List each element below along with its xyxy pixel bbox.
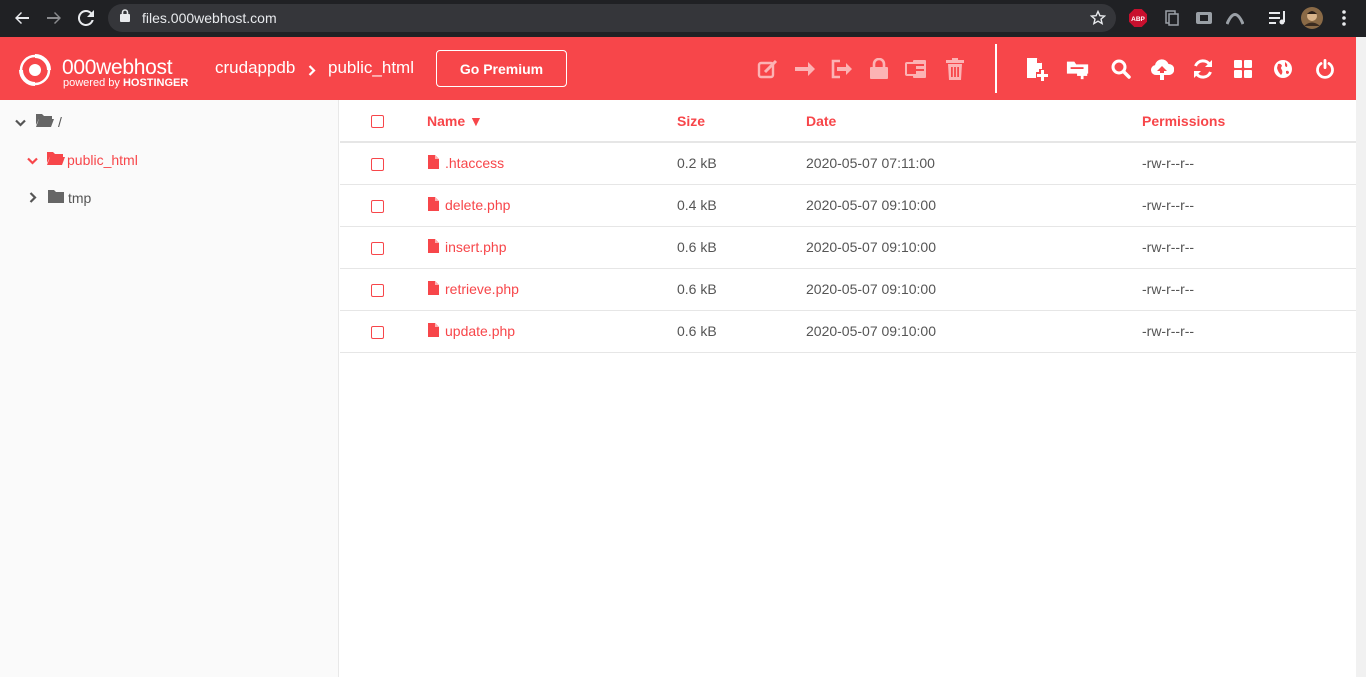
extension-icon[interactable] bbox=[1194, 8, 1214, 28]
url-text: files.000webhost.com bbox=[142, 10, 277, 26]
edit-icon[interactable] bbox=[756, 57, 780, 81]
search-icon[interactable] bbox=[1109, 57, 1133, 81]
folder-open-icon bbox=[47, 151, 65, 168]
file-size: 0.6 kB bbox=[677, 239, 717, 255]
table-row[interactable]: retrieve.php 0.6 kB 2020-05-07 09:10:00 -rw… bbox=[340, 269, 1356, 311]
column-header-permissions[interactable]: Permissions bbox=[1142, 113, 1225, 129]
go-premium-button[interactable]: Go Premium bbox=[436, 50, 567, 87]
adblock-label: ABP bbox=[1131, 16, 1145, 23]
folder-open-icon bbox=[36, 113, 54, 130]
file-permissions: -rw-r--r-- bbox=[1142, 155, 1195, 171]
new-folder-icon[interactable] bbox=[1066, 57, 1090, 81]
row-checkbox[interactable] bbox=[371, 200, 384, 213]
folder-tree-sidebar: / public_html tmp bbox=[0, 100, 339, 677]
logo[interactable]: 000webhost powered by HOSTINGER bbox=[14, 52, 188, 93]
breadcrumb-crudappdb[interactable]: crudappdb bbox=[215, 58, 295, 78]
profile-avatar[interactable] bbox=[1300, 6, 1324, 30]
lock-icon[interactable] bbox=[867, 57, 891, 81]
tree-item-label: public_html bbox=[67, 151, 138, 168]
tree-item-label: / bbox=[58, 113, 62, 130]
extension-icon[interactable] bbox=[1162, 8, 1182, 28]
file-name-link[interactable]: update.php bbox=[445, 323, 515, 339]
file-size: 0.6 kB bbox=[677, 323, 717, 339]
logo-title: 000webhost bbox=[62, 55, 173, 79]
extension-icon[interactable] bbox=[1225, 8, 1245, 28]
back-icon[interactable] bbox=[11, 7, 33, 29]
more-icon[interactable] bbox=[1334, 8, 1354, 28]
scrollbar-gutter[interactable] bbox=[1356, 37, 1366, 677]
chevron-down-icon[interactable] bbox=[27, 152, 38, 168]
file-icon bbox=[428, 323, 439, 342]
file-size: 0.4 kB bbox=[677, 197, 717, 213]
playlist-icon[interactable] bbox=[1268, 8, 1288, 28]
breadcrumb-public-html[interactable]: public_html bbox=[328, 58, 414, 78]
file-date: 2020-05-07 09:10:00 bbox=[806, 281, 936, 297]
select-all-checkbox[interactable] bbox=[371, 115, 384, 128]
logo-subtitle: powered by HOSTINGER bbox=[63, 76, 189, 89]
file-name-link[interactable]: insert.php bbox=[445, 239, 506, 255]
table-row[interactable]: insert.php 0.6 kB 2020-05-07 09:10:00 -rw-r… bbox=[340, 227, 1356, 269]
tree-item-tmp[interactable]: tmp bbox=[29, 190, 91, 206]
chevron-down-icon[interactable] bbox=[15, 114, 26, 130]
file-size: 0.2 kB bbox=[677, 155, 717, 171]
row-checkbox[interactable] bbox=[371, 158, 384, 171]
browser-toolbar: files.000webhost.com ABP bbox=[0, 0, 1366, 37]
column-header-name[interactable]: Name ▼ bbox=[427, 113, 483, 129]
globe-icon[interactable] bbox=[1271, 57, 1295, 81]
tree-item-root[interactable]: / bbox=[15, 113, 62, 130]
folder-icon bbox=[48, 190, 64, 206]
file-icon bbox=[428, 281, 439, 300]
new-file-icon[interactable] bbox=[1025, 57, 1049, 81]
refresh-icon[interactable] bbox=[1191, 57, 1215, 81]
chevron-right-icon[interactable] bbox=[29, 190, 37, 206]
file-permissions: -rw-r--r-- bbox=[1142, 239, 1195, 255]
row-checkbox[interactable] bbox=[371, 326, 384, 339]
file-permissions: -rw-r--r-- bbox=[1142, 281, 1195, 297]
move-icon[interactable] bbox=[793, 57, 817, 81]
tree-item-label: tmp bbox=[68, 190, 92, 206]
file-date: 2020-05-07 09:10:00 bbox=[806, 239, 936, 255]
app-header: 000webhost powered by HOSTINGER crudappd… bbox=[0, 37, 1356, 100]
file-date: 2020-05-07 09:10:00 bbox=[806, 323, 936, 339]
file-icon bbox=[428, 155, 439, 174]
table-row[interactable]: .htaccess 0.2 kB 2020-05-07 07:11:00 -rw-r-… bbox=[340, 143, 1356, 185]
file-name-link[interactable]: retrieve.php bbox=[445, 281, 519, 297]
file-date: 2020-05-07 07:11:00 bbox=[806, 155, 935, 171]
reload-icon[interactable] bbox=[75, 7, 97, 29]
table-row[interactable]: update.php 0.6 kB 2020-05-07 09:10:00 -rw-r… bbox=[340, 311, 1356, 353]
file-icon bbox=[428, 239, 439, 258]
trash-icon[interactable] bbox=[943, 57, 967, 81]
row-checkbox[interactable] bbox=[371, 284, 384, 297]
grid-view-icon[interactable] bbox=[1231, 57, 1255, 81]
file-name-link[interactable]: delete.php bbox=[445, 197, 510, 213]
file-size: 0.6 kB bbox=[677, 281, 717, 297]
logo-icon bbox=[14, 52, 56, 93]
file-permissions: -rw-r--r-- bbox=[1142, 197, 1195, 213]
file-date: 2020-05-07 09:10:00 bbox=[806, 197, 936, 213]
archive-icon[interactable] bbox=[904, 57, 928, 81]
power-icon[interactable] bbox=[1313, 57, 1337, 81]
file-permissions: -rw-r--r-- bbox=[1142, 323, 1195, 339]
tree-item-public-html[interactable]: public_html bbox=[27, 151, 138, 168]
forward-icon[interactable] bbox=[43, 7, 65, 29]
address-bar[interactable]: files.000webhost.com bbox=[108, 4, 1116, 32]
upload-icon[interactable] bbox=[1150, 57, 1174, 81]
lock-icon bbox=[120, 9, 130, 27]
column-header-date[interactable]: Date bbox=[806, 113, 836, 129]
adblock-icon[interactable]: ABP bbox=[1128, 8, 1148, 28]
toolbar-divider bbox=[995, 44, 997, 93]
column-header-size[interactable]: Size bbox=[677, 113, 705, 129]
table-row[interactable]: delete.php 0.4 kB 2020-05-07 09:10:00 -rw-r… bbox=[340, 185, 1356, 227]
copy-icon[interactable] bbox=[830, 57, 854, 81]
chevron-right-icon bbox=[308, 63, 316, 81]
star-icon[interactable] bbox=[1089, 9, 1107, 31]
file-name-link[interactable]: .htaccess bbox=[445, 155, 504, 171]
row-checkbox[interactable] bbox=[371, 242, 384, 255]
file-icon bbox=[428, 197, 439, 216]
